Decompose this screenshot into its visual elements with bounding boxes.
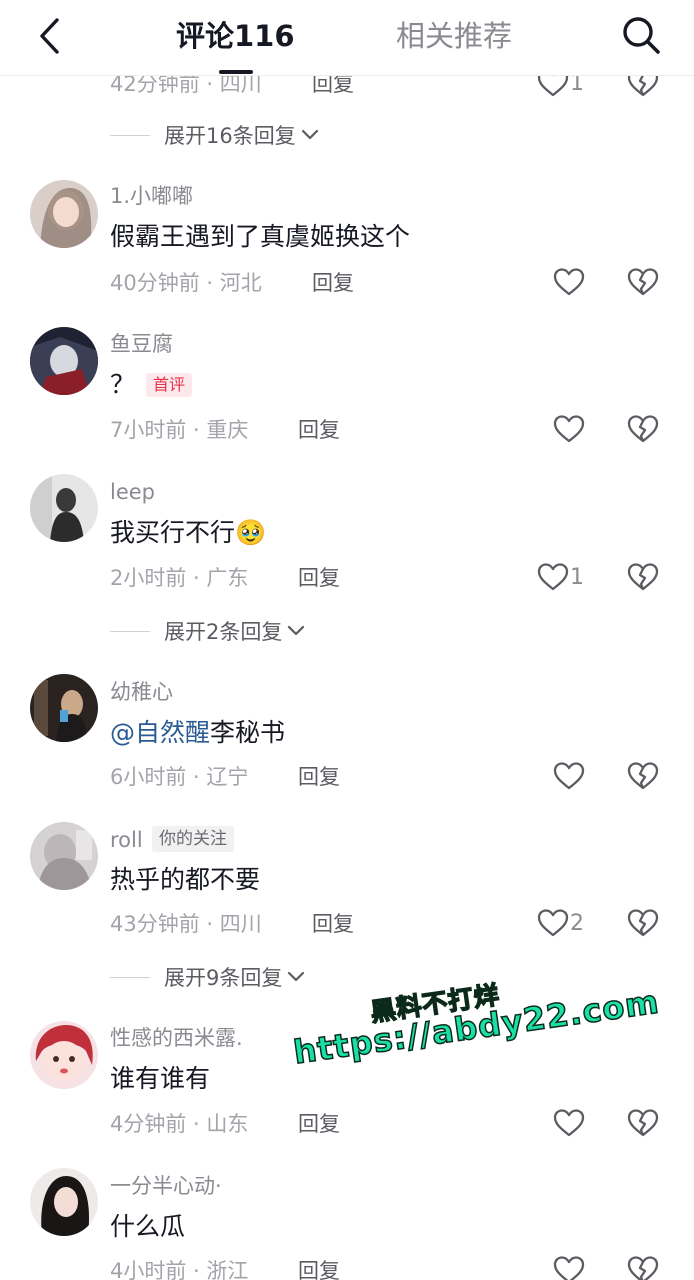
like-count: 2	[570, 911, 584, 936]
avatar[interactable]	[30, 474, 98, 542]
comment-username[interactable]: leep	[110, 478, 155, 506]
comment-meta: 6小时前 · 辽宁	[110, 765, 249, 789]
dislike-heart-icon[interactable]	[626, 265, 660, 299]
comment-username[interactable]: roll	[110, 826, 143, 854]
reply-button[interactable]: 回复	[312, 269, 354, 297]
comment-username[interactable]: 一分半心动·	[110, 1172, 222, 1200]
heart-icon[interactable]	[552, 1106, 586, 1140]
comment-text: @自然醒李秘书	[110, 718, 286, 747]
dislike-heart-icon[interactable]	[626, 759, 660, 793]
mention-link[interactable]: @自然醒	[110, 718, 210, 747]
chevron-down-icon	[300, 128, 320, 142]
comment-meta: 7小时前 · 重庆	[110, 418, 249, 442]
reply-button[interactable]: 回复	[298, 416, 340, 444]
search-icon[interactable]	[618, 12, 664, 58]
comment-username[interactable]: 鱼豆腐	[110, 330, 173, 358]
comment-username[interactable]: 幼稚心	[110, 678, 173, 706]
heart-icon[interactable]	[552, 759, 586, 793]
first-comment-badge: 首评	[146, 373, 193, 397]
expand-replies-label: 展开9条回复	[164, 966, 283, 990]
expand-replies-label: 展开16条回复	[164, 124, 296, 148]
avatar[interactable]	[30, 327, 98, 395]
comment-text: ？	[110, 370, 136, 399]
following-badge: 你的关注	[152, 826, 234, 852]
comment-username[interactable]: 1.小嘟嘟	[110, 182, 193, 210]
expand-replies-button[interactable]: 展开16条回复	[110, 120, 320, 150]
comment-meta: 43分钟前 · 四川	[110, 912, 262, 936]
comment-text: 假霸王遇到了真虞姬换这个	[110, 222, 411, 251]
heart-icon[interactable]	[552, 265, 586, 299]
tab-comments[interactable]: 评论116	[176, 16, 295, 56]
like-count: 1	[570, 565, 584, 590]
comment-username[interactable]: 性感的西米露.	[110, 1024, 243, 1052]
comment-meta: 4分钟前 · 山东	[110, 1112, 249, 1136]
heart-icon[interactable]	[552, 1253, 586, 1280]
avatar[interactable]	[30, 1021, 98, 1089]
comment-text: 我买行不行🥹	[110, 518, 267, 547]
chevron-down-icon	[286, 970, 306, 984]
comment-meta: 4小时前 · 浙江	[110, 1259, 249, 1280]
divider-line	[110, 630, 150, 632]
comment-meta: 40分钟前 · 河北	[110, 271, 262, 295]
comment-text: 热乎的都不要	[110, 865, 261, 894]
tab-related[interactable]: 相关推荐	[396, 16, 512, 56]
reply-button[interactable]: 回复	[298, 1257, 340, 1280]
top-bar: 评论116 相关推荐	[0, 0, 694, 76]
comment-text: 谁有谁有	[110, 1064, 211, 1093]
back-chevron-icon[interactable]	[30, 14, 74, 58]
heart-icon[interactable]	[552, 412, 586, 446]
avatar[interactable]	[30, 674, 98, 742]
expand-replies-label: 展开2条回复	[164, 620, 283, 644]
reply-button[interactable]: 回复	[298, 564, 340, 592]
dislike-heart-icon[interactable]	[626, 560, 660, 594]
dislike-heart-icon[interactable]	[626, 412, 660, 446]
divider-line	[110, 976, 150, 978]
chevron-down-icon	[286, 624, 306, 638]
expand-replies-button[interactable]: 展开2条回复	[110, 616, 306, 646]
comment-text: 什么瓜	[110, 1212, 186, 1241]
heart-icon[interactable]	[536, 560, 570, 594]
expand-replies-button[interactable]: 展开9条回复	[110, 962, 306, 992]
heart-icon[interactable]	[536, 906, 570, 940]
dislike-heart-icon[interactable]	[626, 906, 660, 940]
dislike-heart-icon[interactable]	[626, 1106, 660, 1140]
tab-active-indicator	[219, 70, 253, 74]
reply-button[interactable]: 回复	[298, 1110, 340, 1138]
divider-line	[110, 134, 150, 136]
pleading-emoji: 🥹	[235, 518, 267, 547]
reply-button[interactable]: 回复	[312, 910, 354, 938]
avatar[interactable]	[30, 1168, 98, 1236]
dislike-heart-icon[interactable]	[626, 1253, 660, 1280]
avatar[interactable]	[30, 822, 98, 890]
reply-button[interactable]: 回复	[298, 763, 340, 791]
comment-meta: 2小时前 · 广东	[110, 566, 249, 590]
avatar[interactable]	[30, 180, 98, 248]
